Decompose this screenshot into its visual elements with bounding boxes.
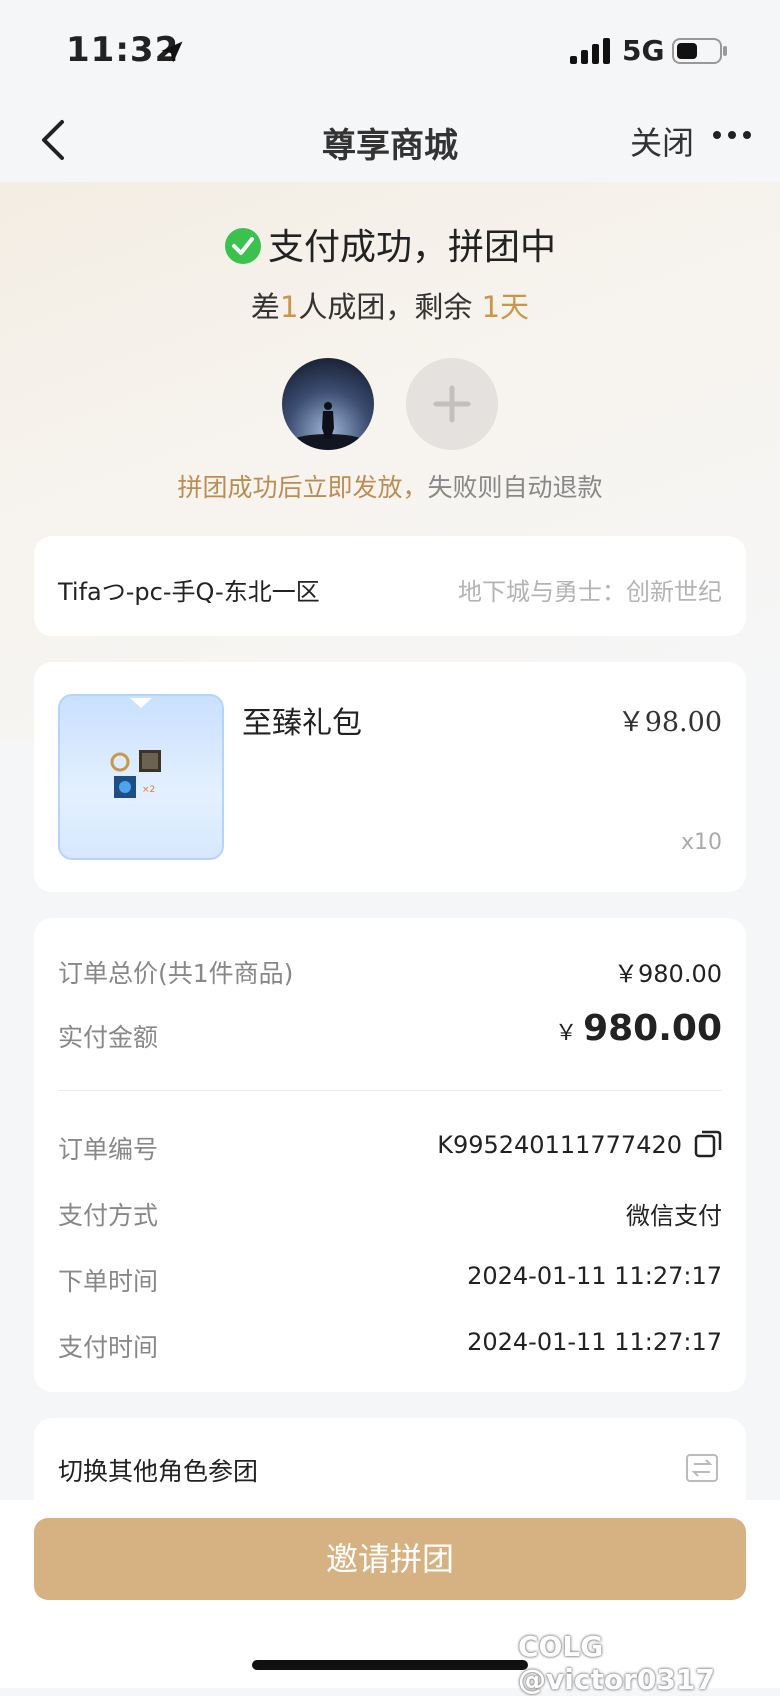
pay-method-row: 支付方式 微信支付 [58,1196,722,1236]
battery-icon [672,38,727,64]
check-circle-icon [224,228,261,264]
nav-bar: 尊享商城 关闭 [0,100,780,182]
pay-time-label: 支付时间 [58,1333,159,1362]
item-price: ￥98.00 [617,707,722,738]
invite-group-button[interactable]: 邀请拼团 [34,1518,746,1600]
order-number-label: 订单编号 [58,1135,159,1164]
switch-icon [686,1454,718,1482]
order-time-row: 下单时间 2024-01-11 11:27:17 [58,1262,722,1302]
pay-time-value: 2024-01-11 11:27:17 [467,1328,722,1356]
group-needed-count: 1 [279,290,299,324]
plus-icon [433,385,471,423]
item-card: ×2 至臻礼包 ￥98.00 x10 [34,662,746,892]
add-member-button[interactable] [406,358,498,450]
paid-amount-value: ￥ 980.00 [555,1008,722,1049]
divider [58,1090,722,1091]
order-total-label: 订单总价(共1件商品) [58,959,294,988]
group-progress: 差1人成团，剩余 1天 [0,284,780,326]
game-name: 地下城与勇士：创新世纪 [458,578,722,606]
role-card: Tifaつ-pc-手Q-东北一区 地下城与勇士：创新世纪 [34,536,746,636]
watermark: COLG @victor0317 [518,1630,715,1696]
group-progress-middle: 人成团，剩余 [298,290,482,324]
switch-role-label: 切换其他角色参团 [58,1457,259,1486]
order-number-row: 订单编号 K995240111777420 [58,1130,722,1170]
copy-icon[interactable] [694,1130,722,1158]
bottom-bar: 邀请拼团 COLG @victor0317 [0,1500,780,1696]
paid-amount-label: 实付金额 [58,1023,159,1052]
group-remaining-days: 1天 [481,290,530,324]
status-bar: 11:32 5G [0,0,780,100]
order-time-label: 下单时间 [58,1267,159,1296]
payment-status-text: 支付成功，拼团中 [267,227,556,268]
order-number-value: K995240111777420 [437,1130,722,1159]
pay-method-label: 支付方式 [58,1201,159,1230]
group-progress-prefix: 差 [250,290,280,324]
network-type: 5G [622,34,665,67]
group-hint: 拼团成功后立即发放，失败则自动退款 [0,468,780,504]
payment-status: 支付成功，拼团中 [0,218,780,270]
close-button[interactable]: 关闭 [630,118,694,164]
paid-currency: ￥ [555,1021,578,1046]
order-total-row: 订单总价(共1件商品) ￥980.00 [58,954,722,994]
location-arrow-icon [161,41,183,63]
item-thumb-badge: ×2 [142,785,155,795]
role-name: Tifaつ-pc-手Q-东北一区 [58,578,320,606]
home-indicator [252,1660,528,1670]
group-hint-gold: 拼团成功后立即发放， [177,473,428,502]
order-time-value: 2024-01-11 11:27:17 [467,1262,722,1290]
order-card: 订单总价(共1件商品) ￥980.00 实付金额 ￥ 980.00 订单编号 K9… [34,918,746,1392]
paid-amount-row: 实付金额 ￥ 980.00 [58,1008,722,1058]
more-dots-icon[interactable] [712,128,752,142]
paid-amount-number: 980.00 [583,1008,722,1049]
order-total-value: ￥980.00 [614,960,722,988]
item-quantity: x10 [680,830,722,855]
avatar [282,358,374,450]
pay-time-row: 支付时间 2024-01-11 11:27:17 [58,1328,722,1368]
order-number-text: K995240111777420 [437,1131,682,1159]
item-thumbnail: ×2 [58,694,224,860]
group-hint-rest: 失败则自动退款 [427,473,603,502]
item-name: 至臻礼包 [242,706,362,741]
pay-method-value: 微信支付 [626,1202,722,1230]
signal-icon [570,38,610,64]
